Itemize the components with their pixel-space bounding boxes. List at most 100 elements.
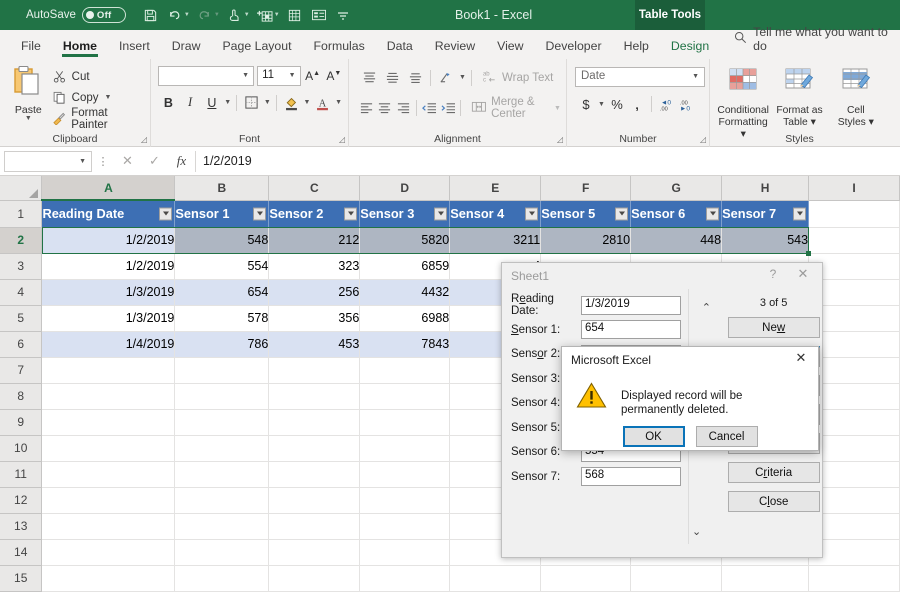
tab-design[interactable]: Design [660, 35, 720, 59]
filter-dropdown-icon[interactable] [159, 207, 173, 221]
underline-dropdown-icon[interactable]: ▼ [223, 99, 232, 106]
font-name-dropdown-icon[interactable]: ▼ [242, 72, 249, 79]
format-painter-button[interactable]: Format Painter [52, 107, 145, 131]
tab-home[interactable]: Home [52, 35, 108, 59]
number-dialog-launcher-icon[interactable]: ◿ [700, 135, 706, 144]
row-header-1[interactable]: 1 [0, 200, 43, 228]
align-center-button[interactable] [376, 98, 393, 119]
undo-dropdown-icon[interactable]: ▼ [184, 12, 190, 18]
cell-f15[interactable] [540, 565, 632, 592]
autosave-toggle[interactable]: Off [81, 7, 126, 23]
row-header-15[interactable]: 15 [0, 565, 43, 592]
font-color-dropdown-icon[interactable]: ▼ [334, 99, 343, 106]
cell-a10[interactable] [41, 435, 176, 462]
row-header-9[interactable]: 9 [0, 409, 43, 436]
cancel-icon[interactable]: ✕ [114, 153, 141, 169]
cell-a14[interactable] [41, 539, 176, 566]
column-header-i[interactable]: I [808, 176, 900, 201]
column-header-d[interactable]: D [359, 176, 451, 201]
field-input[interactable]: 568 [581, 467, 681, 487]
cell-i2[interactable] [808, 227, 900, 254]
close-icon[interactable]: ✕ [792, 350, 810, 366]
check-icon[interactable]: ✓ [141, 153, 168, 169]
tab-help[interactable]: Help [613, 35, 660, 59]
filter-dropdown-icon[interactable] [793, 207, 807, 220]
cell-a2[interactable]: 1/2/2019 [41, 227, 176, 254]
filter-dropdown-icon[interactable] [434, 207, 448, 220]
cell-d13[interactable] [359, 513, 451, 540]
row-header-11[interactable]: 11 [0, 461, 43, 488]
cell-b13[interactable] [174, 513, 270, 540]
cell-c8[interactable] [268, 383, 361, 410]
row-header-3[interactable]: 3 [0, 253, 43, 280]
orientation-button[interactable] [435, 67, 457, 88]
borders-button[interactable] [241, 92, 262, 113]
cell-d14[interactable] [359, 539, 451, 566]
row-header-10[interactable]: 10 [0, 435, 43, 462]
cell-b14[interactable] [174, 539, 270, 566]
cell-c15[interactable] [268, 565, 361, 592]
copy-button[interactable]: Copy ▼ [52, 87, 145, 108]
decrease-font-size-button[interactable]: A▼ [325, 69, 343, 83]
cell-b2[interactable]: 548 [174, 227, 270, 254]
cell-c2[interactable]: 212 [268, 227, 361, 254]
row-header-8[interactable]: 8 [0, 383, 43, 410]
table-column-header-sensor-1[interactable]: Sensor 1 [174, 200, 270, 228]
cell-c6[interactable]: 453 [268, 331, 361, 358]
column-header-c[interactable]: C [268, 176, 361, 201]
ok-button[interactable]: OK [622, 426, 685, 447]
column-header-b[interactable]: B [174, 176, 270, 201]
cell-b5[interactable]: 578 [174, 305, 270, 332]
alignment-dialog-launcher-icon[interactable]: ◿ [557, 135, 563, 144]
tell-me-box[interactable]: Tell me what you want to do [734, 25, 900, 59]
column-header-a[interactable]: A [41, 176, 176, 201]
cell-b6[interactable]: 786 [174, 331, 270, 358]
cell-e15[interactable] [449, 565, 542, 592]
cell-b8[interactable] [174, 383, 270, 410]
row-header-13[interactable]: 13 [0, 513, 43, 540]
column-header-h[interactable]: H [721, 176, 810, 201]
borders-dropdown-icon[interactable]: ▼ [263, 99, 272, 106]
tab-draw[interactable]: Draw [161, 35, 212, 59]
cell-c11[interactable] [268, 461, 361, 488]
cell-c10[interactable] [268, 435, 361, 462]
cell-d6[interactable]: 7843 [359, 331, 451, 358]
clipboard-dialog-launcher-icon[interactable]: ◿ [141, 135, 147, 144]
cell-c5[interactable]: 356 [268, 305, 361, 332]
row-header-2[interactable]: 2 [0, 227, 43, 254]
new-table-dropdown-icon[interactable]: ▼ [274, 12, 280, 18]
cell-b12[interactable] [174, 487, 270, 514]
message-box-dialog[interactable]: Microsoft Excel ✕ Displayed record will … [561, 346, 819, 451]
cell-h2[interactable]: 543 [721, 227, 810, 254]
row-header-14[interactable]: 14 [0, 539, 43, 566]
font-name-input[interactable]: ▼ [158, 66, 255, 86]
cell-d7[interactable] [359, 357, 451, 384]
align-left-button[interactable] [358, 98, 375, 119]
save-icon[interactable] [140, 4, 162, 26]
cell-f2[interactable]: 2810 [540, 227, 632, 254]
increase-indent-button[interactable] [439, 98, 456, 119]
increase-font-size-button[interactable]: A▲ [304, 69, 322, 83]
cell-b7[interactable] [174, 357, 270, 384]
number-format-dropdown-icon[interactable]: ▼ [692, 73, 699, 80]
filter-dropdown-icon[interactable] [344, 207, 358, 220]
touch-mode-icon[interactable] [224, 4, 246, 26]
fill-handle[interactable] [806, 251, 811, 256]
cell-b11[interactable] [174, 461, 270, 488]
row-header-12[interactable]: 12 [0, 487, 43, 514]
cell-c14[interactable] [268, 539, 361, 566]
new-button[interactable]: Ne w [727, 317, 820, 338]
form-icon[interactable] [308, 4, 330, 26]
cell-b9[interactable] [174, 409, 270, 436]
cell-c13[interactable] [268, 513, 361, 540]
font-size-input[interactable]: 11 ▼ [257, 66, 301, 86]
underline-button[interactable]: U [202, 92, 223, 113]
customize-icon[interactable] [332, 4, 354, 26]
cell-b3[interactable]: 554 [174, 253, 270, 280]
table-column-header-sensor-3[interactable]: Sensor 3 [359, 200, 451, 228]
field-input[interactable]: 654 [581, 320, 681, 340]
criteria-button[interactable]: Cr iteria [727, 462, 820, 483]
font-color-button[interactable]: A [312, 92, 333, 113]
cell-d9[interactable] [359, 409, 451, 436]
tab-view[interactable]: View [486, 35, 534, 59]
